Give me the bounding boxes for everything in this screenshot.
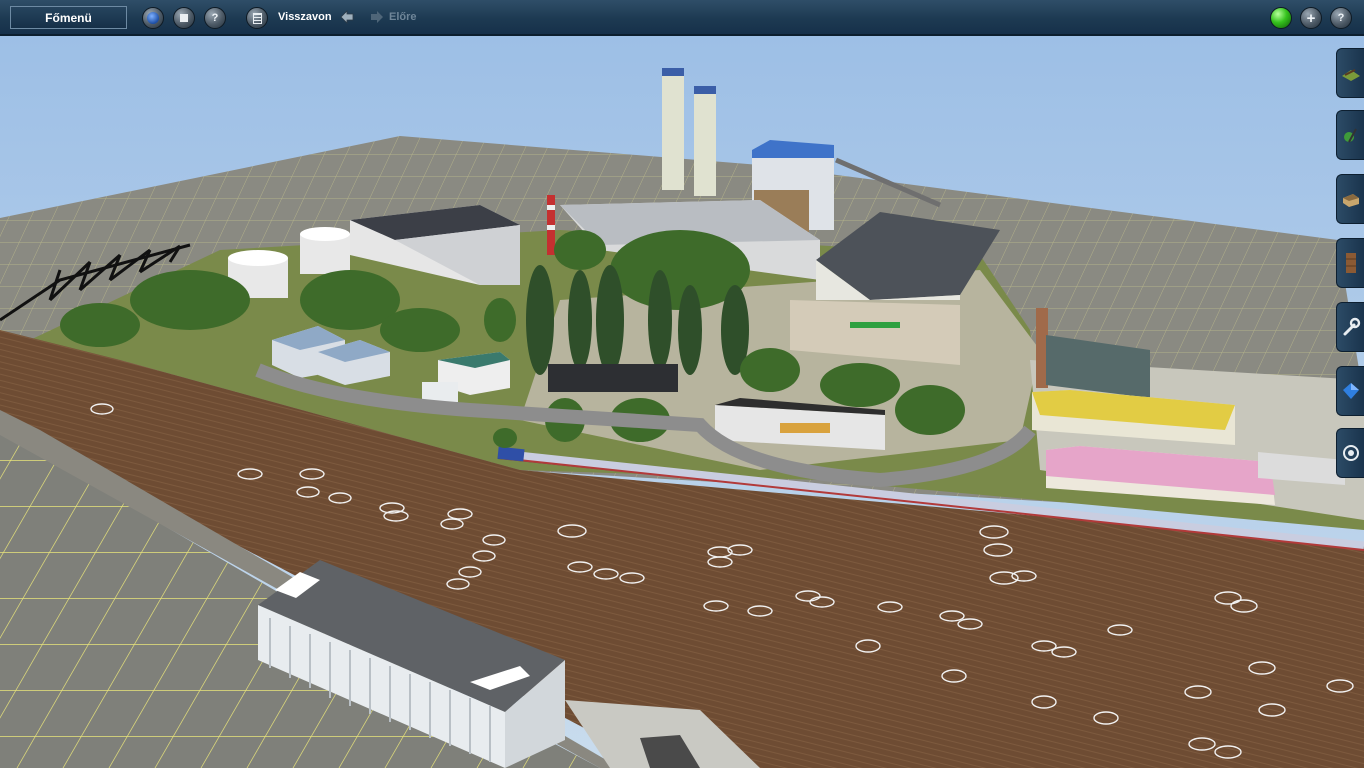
undo-arrow-icon[interactable]: [340, 10, 354, 24]
calculator-button[interactable]: [246, 7, 268, 29]
building-tool-tab[interactable]: [1336, 174, 1364, 224]
settings-icon: [1342, 445, 1359, 461]
status-light-icon[interactable]: [1270, 7, 1292, 29]
question-button[interactable]: ?: [204, 7, 226, 29]
settings-tool-tab[interactable]: [1336, 428, 1364, 478]
help-icon: ?: [1337, 11, 1345, 24]
globe-button[interactable]: [142, 7, 164, 29]
gem-tool-tab[interactable]: [1336, 366, 1364, 416]
top-toolbar: Főmenü ? Visszavon Előre + ?: [0, 0, 1364, 36]
track-icon: [1341, 69, 1360, 81]
calculator-icon: [252, 12, 262, 24]
wrench-icon: [1343, 317, 1360, 336]
track-tool-tab[interactable]: [1336, 48, 1364, 98]
plant-icon: [1343, 128, 1357, 143]
stop-button[interactable]: [173, 7, 195, 29]
question-icon: ?: [211, 11, 219, 24]
plant-tool-tab[interactable]: [1336, 110, 1364, 160]
redo-button[interactable]: Előre: [389, 11, 417, 23]
scene-viewport[interactable]: [0, 36, 1364, 768]
undo-button[interactable]: Visszavon: [278, 11, 332, 23]
main-menu-label: Főmenü: [45, 10, 92, 25]
redo-arrow-icon[interactable]: [370, 10, 384, 24]
stop-icon: [180, 14, 188, 22]
wrench-tool-tab[interactable]: [1336, 302, 1364, 352]
help-button[interactable]: ?: [1330, 7, 1352, 29]
tunnel-icon: [1345, 253, 1356, 273]
gem-icon: [1342, 383, 1359, 399]
building-icon: [1342, 194, 1359, 207]
main-menu-button[interactable]: Főmenü: [10, 6, 127, 29]
tunnel-tool-tab[interactable]: [1336, 238, 1364, 288]
plus-icon: +: [1306, 9, 1316, 27]
add-button[interactable]: +: [1300, 7, 1322, 29]
globe-icon: [147, 12, 159, 24]
